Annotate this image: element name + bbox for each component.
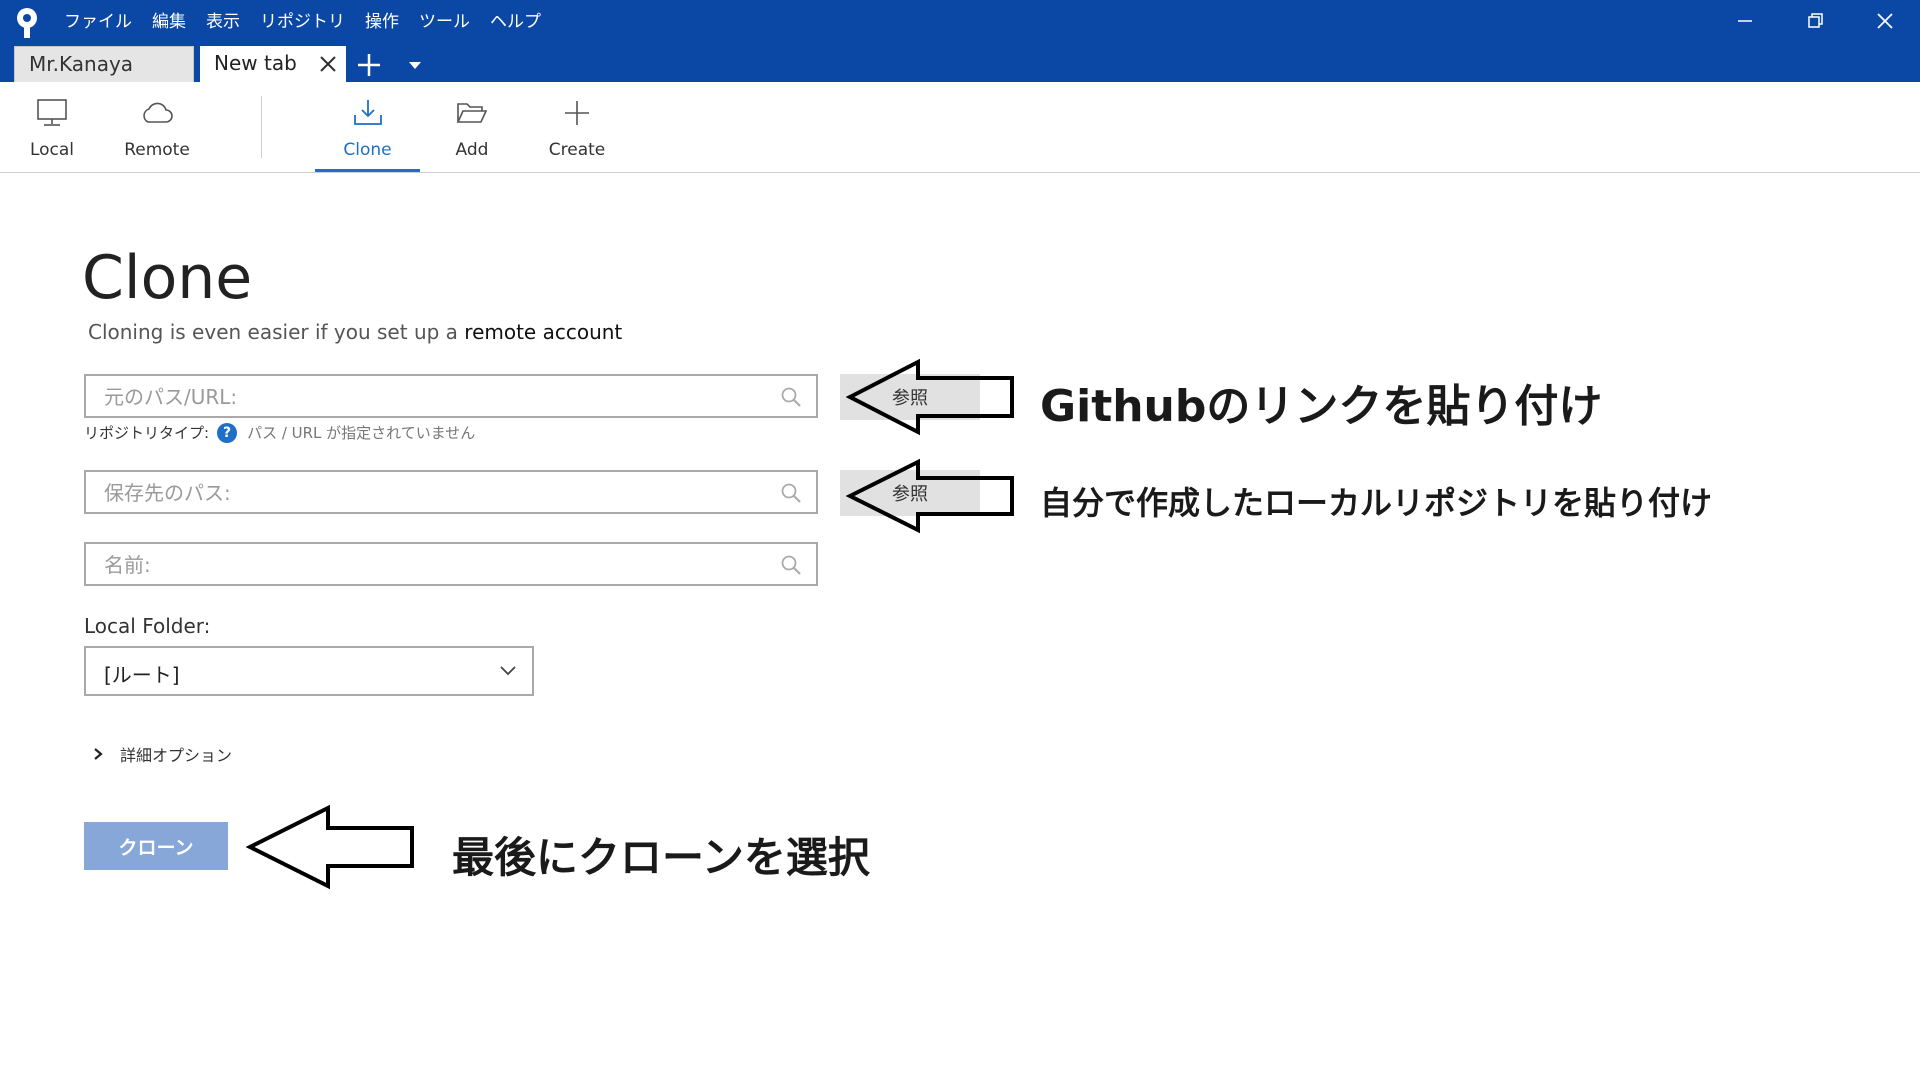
- menu-file[interactable]: ファイル: [64, 10, 132, 34]
- annotation-clone-note: 最後にクローンを選択: [452, 833, 870, 882]
- menu-tools[interactable]: ツール: [419, 10, 470, 34]
- tab-dropdown-icon[interactable]: [404, 58, 426, 72]
- annotation-source-note: Githubのリンクを貼り付け: [1040, 381, 1603, 432]
- annotation-arrow-clone: [246, 804, 414, 890]
- destination-path-field[interactable]: [84, 470, 818, 514]
- new-tab-plus-icon[interactable]: [356, 52, 382, 78]
- destination-path-input[interactable]: [102, 478, 746, 508]
- toolbar-remote-label: Remote: [124, 140, 190, 160]
- toolbar-clone-label: Clone: [343, 140, 392, 160]
- restore-button[interactable]: [1780, 0, 1850, 42]
- download-icon: [353, 100, 382, 125]
- close-tab-icon[interactable]: [318, 54, 338, 74]
- close-window-button[interactable]: [1850, 0, 1920, 42]
- tab-label: New tab: [214, 51, 297, 75]
- search-icon: [781, 555, 801, 575]
- restore-icon: [1808, 13, 1823, 28]
- clone-button[interactable]: クローン: [84, 822, 228, 870]
- title-bar: ファイル 編集 表示 リポジトリ 操作 ツール ヘルプ Mr.Kanaya Ne…: [0, 0, 1920, 82]
- local-folder-label: Local Folder:: [84, 614, 211, 638]
- advanced-options-toggle[interactable]: 詳細オプション: [92, 742, 232, 766]
- name-field[interactable]: [84, 542, 818, 586]
- toolbar-clone[interactable]: Clone: [315, 82, 420, 172]
- window-controls: [1710, 0, 1920, 42]
- advanced-options-label: 詳細オプション: [120, 746, 233, 765]
- toolbar-separator: [261, 96, 262, 158]
- close-icon: [1877, 13, 1893, 29]
- annotation-arrow-source: [846, 358, 1014, 436]
- tab-label: Mr.Kanaya: [29, 52, 134, 76]
- source-url-input[interactable]: [102, 382, 746, 412]
- annotation-destination-note: 自分で作成したローカルリポジトリを貼り付け: [1040, 484, 1713, 522]
- repo-type-label: リポジトリタイプ:: [84, 424, 210, 442]
- annotation-arrow-destination: [846, 458, 1014, 534]
- page-title: Clone: [82, 243, 253, 313]
- subtitle-text: Cloning is even easier if you set up a: [88, 320, 458, 344]
- source-url-field[interactable]: [84, 374, 818, 418]
- monitor-icon: [37, 99, 67, 126]
- folder-open-icon: [456, 103, 488, 123]
- sourcetree-logo-icon: [17, 8, 37, 38]
- plus-icon: [565, 101, 589, 125]
- remote-account-link[interactable]: remote account: [464, 320, 622, 344]
- active-tab-indicator: [315, 169, 420, 172]
- toolbar-local[interactable]: Local: [20, 82, 84, 172]
- tab-mr-kanaya[interactable]: Mr.Kanaya: [14, 46, 194, 82]
- name-input[interactable]: [102, 550, 746, 580]
- toolbar: Local Remote Clone Add Create: [0, 82, 1920, 173]
- page-subtitle: Cloning is even easier if you set up a r…: [88, 320, 622, 344]
- menu-actions[interactable]: 操作: [365, 10, 399, 34]
- minimize-icon: [1738, 20, 1752, 22]
- tab-new-tab[interactable]: New tab: [200, 46, 346, 82]
- tab-strip: Mr.Kanaya New tab: [0, 46, 1920, 82]
- chevron-down-icon: [500, 666, 516, 676]
- menu-view[interactable]: 表示: [206, 10, 240, 34]
- toolbar-create[interactable]: Create: [538, 82, 616, 172]
- menu-bar: ファイル 編集 表示 リポジトリ 操作 ツール ヘルプ: [64, 10, 561, 34]
- help-icon[interactable]: ?: [217, 422, 238, 443]
- minimize-button[interactable]: [1710, 0, 1780, 42]
- search-icon: [781, 387, 801, 407]
- toolbar-add-label: Add: [455, 140, 489, 160]
- chevron-right-icon: [94, 748, 103, 760]
- toolbar-local-label: Local: [29, 140, 75, 160]
- search-icon: [781, 483, 801, 503]
- toolbar-add[interactable]: Add: [440, 82, 504, 172]
- menu-repository[interactable]: リポジトリ: [260, 10, 345, 34]
- local-folder-select[interactable]: [ルート]: [84, 646, 534, 696]
- menu-help[interactable]: ヘルプ: [490, 10, 541, 34]
- repo-type-row: リポジトリタイプ: ? パス / URL が指定されていません: [84, 422, 475, 443]
- menu-edit[interactable]: 編集: [152, 10, 186, 34]
- repo-type-status: パス / URL が指定されていません: [247, 424, 476, 442]
- local-folder-value: [ルート]: [104, 663, 180, 687]
- toolbar-remote[interactable]: Remote: [114, 82, 200, 172]
- cloud-icon: [143, 102, 173, 123]
- toolbar-create-label: Create: [548, 140, 606, 160]
